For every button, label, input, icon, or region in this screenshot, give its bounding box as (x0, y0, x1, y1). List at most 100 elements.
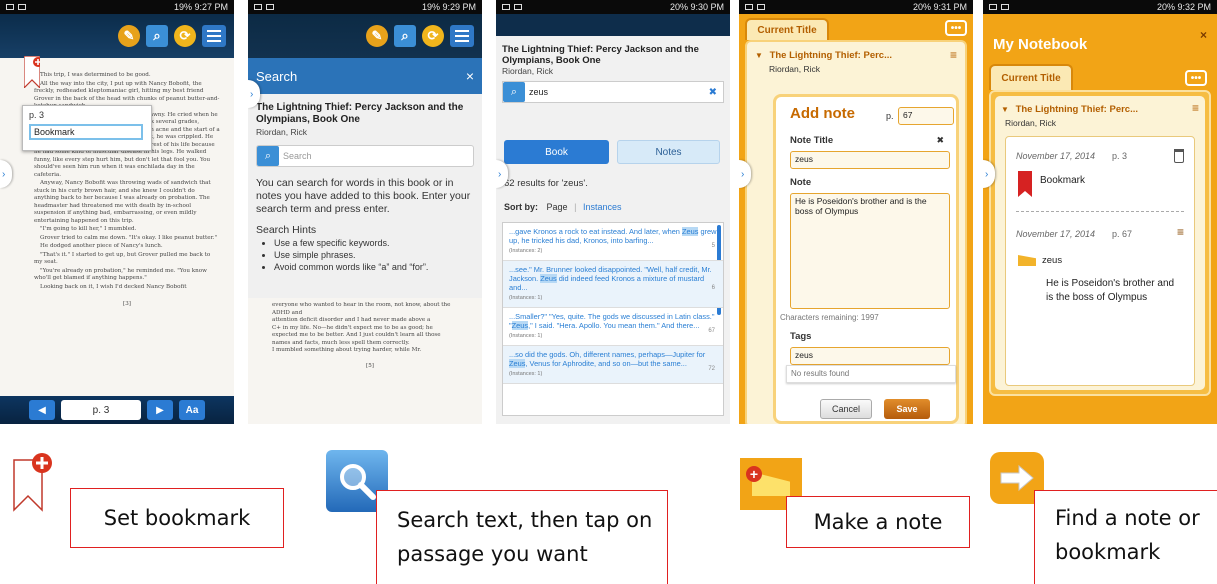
clear-icon[interactable]: ✖ (709, 87, 717, 98)
notebook-icon[interactable]: ✎ (366, 25, 388, 47)
legend-find-text: Find a note or bookmark (1055, 506, 1200, 564)
close-icon[interactable]: × (1200, 28, 1207, 42)
paragraph: attention deficit disorder and I had nev… (272, 317, 431, 323)
tab-notes[interactable]: Notes (617, 140, 720, 164)
hamburger-icon[interactable]: ≡ (1177, 225, 1184, 239)
search-panel: Search × The Lightning Thief: Percy Jack… (248, 58, 482, 298)
search-icon[interactable]: ⌕ (257, 146, 279, 166)
menu-icon[interactable] (202, 25, 226, 47)
status-bar: 19% 9:27 PM (0, 0, 234, 14)
notebook-icon[interactable]: ✎ (118, 25, 140, 47)
result-hit: Zeus (509, 359, 526, 368)
divider (1016, 211, 1184, 212)
page-input[interactable]: 67 (898, 107, 954, 125)
result-hit: Zeus (540, 274, 557, 283)
hints-list: Use a few specific keywords. Use simple … (274, 237, 474, 273)
entry-title[interactable]: zeus (1042, 255, 1062, 266)
trash-icon[interactable] (1174, 149, 1184, 163)
chevron-down-icon[interactable]: ▼ (755, 51, 763, 60)
more-icon[interactable]: ••• (945, 20, 967, 36)
result-page: 67 (708, 327, 715, 334)
reader-bottom-bar: ◀ p. 3 ▶ Aa (0, 396, 234, 424)
tab-current-title[interactable]: Current Title (745, 18, 829, 40)
result-text: , Venus for Aphrodite, and so on—but the… (525, 359, 687, 368)
note-textarea[interactable]: He is Poseidon's brother and is the boss… (790, 193, 950, 309)
hamburger-icon[interactable]: ≡ (950, 48, 957, 62)
next-page-button[interactable]: ▶ (147, 400, 173, 420)
tab-book-label: Book (504, 140, 609, 164)
result-item[interactable]: ...gave Kronos a rock to eat instead. An… (503, 223, 723, 261)
clear-icon[interactable]: ✖ (936, 135, 944, 146)
cancel-button[interactable]: Cancel (820, 399, 872, 419)
entry-date: November 17, 2014 (1016, 151, 1096, 161)
battery-text: 19% (173, 2, 192, 12)
book-title: The Lightning Thief: Perc... (769, 50, 893, 61)
paragraph: Looking back on it, I wish I'd decked Na… (40, 283, 187, 290)
result-item[interactable]: ...Smaller?" "Yes, quite. The gods we di… (503, 308, 723, 346)
search-icon[interactable]: ⌕ (394, 25, 416, 47)
screen-search: 19% 9:29 PM ✎ ⌕ ⟳ everyone who wanted to… (248, 0, 482, 424)
bookmark-name-input[interactable]: Bookmark (29, 124, 143, 140)
book-title-row: ▼ The Lightning Thief: Perc... (755, 50, 892, 61)
result-item[interactable]: ...so did the gods. Oh, different names,… (503, 346, 723, 384)
menu-icon[interactable] (450, 25, 474, 47)
dialog-title: Add note (790, 105, 855, 122)
search-input[interactable]: ⌕ zeus ✖ (502, 81, 724, 103)
legend-search: Search text, then tap on passage you wan… (376, 490, 668, 584)
sort-page[interactable]: Page (547, 202, 568, 212)
search-icon[interactable]: ⌕ (503, 82, 525, 102)
result-instances: (Instances: 1) (509, 371, 543, 377)
tab-current-title[interactable]: Current Title (989, 64, 1073, 90)
screen-reader-bookmark: 19% 9:27 PM ✎ ⌕ ⟳ This trip, I was deter… (0, 0, 234, 424)
clock-text: 9:30 PM (690, 2, 724, 12)
result-item[interactable]: ...see." Mr. Brunner looked disappointed… (503, 261, 723, 308)
save-button[interactable]: Save (884, 399, 930, 419)
settings-icon[interactable]: ⟳ (422, 25, 444, 47)
reader-toolbar: ✎ ⌕ ⟳ (248, 14, 482, 58)
search-title: Search (256, 68, 298, 84)
search-icon[interactable]: ⌕ (146, 25, 168, 47)
paragraph: "You're already on probation," he remind… (34, 267, 207, 282)
status-bar: 20% 9:31 PM (739, 0, 973, 14)
battery-text: 20% (1156, 2, 1175, 12)
search-input[interactable]: ⌕ Search (256, 145, 474, 167)
plus-icon: + (746, 466, 762, 482)
result-page: 6 (711, 285, 715, 291)
hints-title: Search Hints (256, 224, 317, 236)
close-icon[interactable]: × (466, 68, 474, 84)
settings-icon[interactable]: ⟳ (174, 25, 196, 47)
paragraph: "I'm going to kill her," I mumbled. (40, 226, 137, 232)
prev-page-button[interactable]: ◀ (29, 400, 55, 420)
entry-label[interactable]: Bookmark (1040, 175, 1085, 186)
result-text: ...gave Kronos a rock to eat instead. An… (509, 227, 682, 236)
result-hit: Zeus (681, 227, 699, 236)
results-count: 62 results for 'zeus'. (504, 178, 588, 189)
font-size-button[interactable]: Aa (179, 400, 205, 420)
book-author: Riordan, Rick (1005, 118, 1057, 128)
toolbar-shadow (496, 14, 730, 36)
hamburger-icon[interactable]: ≡ (1192, 101, 1199, 115)
sort-instances[interactable]: Instances (583, 202, 622, 212)
more-icon[interactable]: ••• (1185, 70, 1207, 86)
title-card-inner: ▼ The Lightning Thief: Perc... ≡ Riordan… (995, 96, 1205, 390)
tab-book[interactable]: Book (504, 140, 609, 164)
page-number: [5] (366, 362, 374, 369)
paragraph: C+ in my life. No—he didn't expect me to… (272, 324, 433, 331)
book-title: The Lightning Thief: Perc... (1015, 104, 1139, 115)
hint-item: Use simple phrases. (274, 249, 474, 261)
book-author: Riordan, Rick (502, 66, 554, 76)
chevron-down-icon[interactable]: ▼ (1001, 105, 1009, 114)
note-title-input[interactable]: zeus (790, 151, 950, 169)
battery-text: 20% (912, 2, 931, 12)
bookmark-legend-icon (13, 453, 52, 512)
bookmark-popup: p. 3 Bookmark (22, 105, 152, 151)
page-number-field[interactable]: p. 3 (61, 400, 141, 420)
result-page: 5 (711, 242, 715, 249)
clock-text: 9:32 PM (1177, 2, 1211, 12)
paragraph: everyone who wanted to hear in the room,… (272, 302, 451, 316)
paragraph: This trip, I was determined to be good. (40, 72, 151, 78)
arrow-right-icon (1000, 464, 1034, 492)
bookmark-ribbon-icon[interactable] (24, 56, 40, 88)
tags-input[interactable]: zeus (790, 347, 950, 365)
sort-label: Sort by: (504, 202, 539, 212)
